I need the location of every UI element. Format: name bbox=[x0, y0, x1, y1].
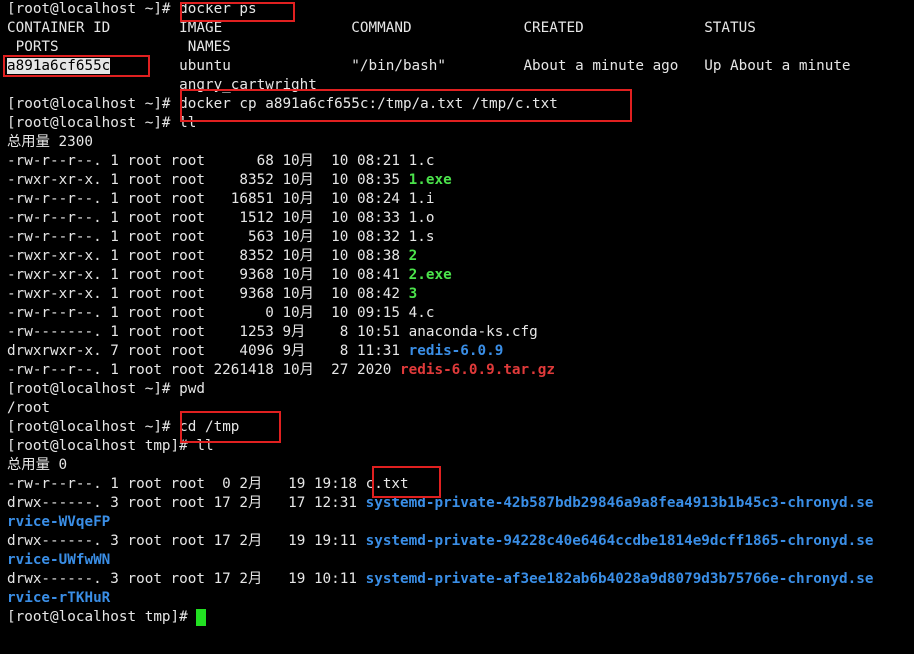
docker-ps-row-rest: ubuntu "/bin/bash" About a minute ago Up… bbox=[110, 58, 851, 74]
prompt: [root@localhost tmp]# bbox=[7, 438, 197, 454]
listing-total: 总用量 2300 bbox=[7, 134, 93, 150]
terminal-line: [root@localhost ~]# docker cp a891a6cf65… bbox=[7, 95, 914, 114]
file-meta: -rw-r--r--. 1 root root 1512 10月 10 08:3… bbox=[7, 210, 409, 226]
command-cd: cd /tmp bbox=[179, 419, 240, 435]
prompt: [root@localhost ~]# bbox=[7, 96, 180, 112]
dir-meta: drwx------. 3 root root 17 2月 19 10:11 bbox=[7, 571, 366, 587]
file-name-c-txt: c.txt bbox=[365, 476, 409, 492]
file-row: -rwxr-xr-x. 1 root root 8352 10月 10 08:3… bbox=[7, 247, 914, 266]
dir-row: drwx------. 3 root root 17 2月 19 10:11 s… bbox=[7, 570, 914, 589]
file-meta: -rw-r--r--. 1 root root 0 10月 10 09:15 bbox=[7, 305, 409, 321]
prompt: [root@localhost tmp]# bbox=[7, 609, 197, 625]
terminal-line: [root@localhost ~]# pwd bbox=[7, 380, 914, 399]
file-row: -rw-r--r--. 1 root root 16851 10月 10 08:… bbox=[7, 190, 914, 209]
dir-name-cont: rvice-UWfwWN bbox=[7, 552, 111, 568]
terminal-line: [root@localhost ~]# cd /tmp bbox=[7, 418, 914, 437]
prompt: [root@localhost ~]# bbox=[7, 419, 180, 435]
tmp-dir-list: drwx------. 3 root root 17 2月 17 12:31 s… bbox=[7, 494, 914, 608]
file-meta: -rw-r--r--. 1 root root 16851 10月 10 08:… bbox=[7, 191, 409, 207]
file-row: -rw-------. 1 root root 1253 9月 8 10:51 … bbox=[7, 323, 914, 342]
file-row: -rw-r--r--. 1 root root 2261418 10月 27 2… bbox=[7, 361, 914, 380]
file-name: 1.o bbox=[408, 210, 435, 226]
file-row: -rw-r--r--. 1 root root 1512 10月 10 08:3… bbox=[7, 209, 914, 228]
dir-name: systemd-private-af3ee182ab6b4028a9d8079d… bbox=[365, 571, 874, 587]
docker-ps-row: a891a6cf655c ubuntu "/bin/bash" About a … bbox=[7, 57, 914, 76]
file-meta: -rwxr-xr-x. 1 root root 8352 10月 10 08:3… bbox=[7, 172, 409, 188]
command-docker-ps: docker ps bbox=[179, 1, 257, 17]
file-name: redis-6.0.9.tar.gz bbox=[400, 362, 555, 378]
file-name: 2.exe bbox=[408, 267, 452, 283]
prompt: [root@localhost ~]# bbox=[7, 1, 180, 17]
file-meta: -rwxr-xr-x. 1 root root 9368 10月 10 08:4… bbox=[7, 286, 409, 302]
docker-ps-header-cont: PORTS NAMES bbox=[7, 39, 231, 55]
file-name: 4.c bbox=[408, 305, 435, 321]
file-row: -rw-r--r--. 1 root root 0 10月 10 09:15 4… bbox=[7, 304, 914, 323]
dir-name-cont: rvice-WVqeFP bbox=[7, 514, 111, 530]
command-ll: ll bbox=[179, 115, 197, 131]
prompt: [root@localhost ~]# bbox=[7, 381, 180, 397]
terminal-line-current[interactable]: [root@localhost tmp]# bbox=[7, 608, 914, 627]
file-meta: -rwxr-xr-x. 1 root root 9368 10月 10 08:4… bbox=[7, 267, 409, 283]
file-row: -rwxr-xr-x. 1 root root 8352 10月 10 08:3… bbox=[7, 171, 914, 190]
file-meta: -rwxr-xr-x. 1 root root 8352 10月 10 08:3… bbox=[7, 248, 409, 264]
terminal-line: [root@localhost tmp]# ll bbox=[7, 437, 914, 456]
file-row: -rwxr-xr-x. 1 root root 9368 10月 10 08:4… bbox=[7, 266, 914, 285]
dir-name: systemd-private-42b587bdb29846a9a8fea491… bbox=[365, 495, 874, 511]
dir-meta: drwx------. 3 root root 17 2月 19 19:11 bbox=[7, 533, 366, 549]
file-name: anaconda-ks.cfg bbox=[408, 324, 538, 340]
file-name: 3 bbox=[408, 286, 418, 302]
dir-row: drwx------. 3 root root 17 2月 17 12:31 s… bbox=[7, 494, 914, 513]
docker-ps-row-name: angry_cartwright bbox=[7, 77, 317, 93]
file-meta: drwxrwxr-x. 7 root root 4096 9月 8 11:31 bbox=[7, 343, 409, 359]
terminal-line: [root@localhost ~]# docker ps bbox=[7, 0, 914, 19]
file-meta: -rw-r--r--. 1 root root 563 10月 10 08:32 bbox=[7, 229, 409, 245]
command-ll: ll bbox=[196, 438, 214, 454]
file-name: 1.i bbox=[408, 191, 435, 207]
file-meta: -rw-r--r--. 1 root root 2261418 10月 27 2… bbox=[7, 362, 401, 378]
terminal-window[interactable]: [root@localhost ~]# docker ps CONTAINER … bbox=[0, 0, 914, 654]
dir-row-wrap: rvice-UWfwWN bbox=[7, 551, 914, 570]
prompt: [root@localhost ~]# bbox=[7, 115, 180, 131]
file-row-c-txt: -rw-r--r--. 1 root root 0 2月 19 19:18 c.… bbox=[7, 475, 914, 494]
dir-row: drwx------. 3 root root 17 2月 19 19:11 s… bbox=[7, 532, 914, 551]
file-meta: -rw-r--r--. 1 root root 0 2月 19 19:18 bbox=[7, 476, 366, 492]
file-row: -rw-r--r--. 1 root root 68 10月 10 08:21 … bbox=[7, 152, 914, 171]
dir-name: systemd-private-94228c40e6464ccdbe1814e9… bbox=[365, 533, 874, 549]
file-row: drwxrwxr-x. 7 root root 4096 9月 8 11:31 … bbox=[7, 342, 914, 361]
file-name: 1.exe bbox=[408, 172, 452, 188]
file-row: -rw-r--r--. 1 root root 563 10月 10 08:32… bbox=[7, 228, 914, 247]
file-name: 2 bbox=[408, 248, 418, 264]
file-meta: -rw-------. 1 root root 1253 9月 8 10:51 bbox=[7, 324, 409, 340]
file-meta: -rw-r--r--. 1 root root 68 10月 10 08:21 bbox=[7, 153, 409, 169]
cursor-block bbox=[196, 608, 207, 626]
dir-row-wrap: rvice-rTKHuR bbox=[7, 589, 914, 608]
file-name: 1.c bbox=[408, 153, 435, 169]
terminal-line: [root@localhost ~]# ll bbox=[7, 114, 914, 133]
docker-ps-header: CONTAINER ID IMAGE COMMAND CREATED STATU… bbox=[7, 20, 756, 36]
dir-name-cont: rvice-rTKHuR bbox=[7, 590, 111, 606]
dir-meta: drwx------. 3 root root 17 2月 17 12:31 bbox=[7, 495, 366, 511]
file-name: redis-6.0.9 bbox=[408, 343, 504, 359]
container-id: a891a6cf655c bbox=[7, 58, 111, 74]
file-name: 1.s bbox=[408, 229, 435, 245]
file-row: -rwxr-xr-x. 1 root root 9368 10月 10 08:4… bbox=[7, 285, 914, 304]
command-pwd: pwd bbox=[179, 381, 205, 397]
listing-total: 总用量 0 bbox=[7, 457, 68, 473]
dir-row-wrap: rvice-WVqeFP bbox=[7, 513, 914, 532]
command-docker-cp: docker cp a891a6cf655c:/tmp/a.txt /tmp/c… bbox=[179, 96, 558, 112]
pwd-output: /root bbox=[7, 400, 51, 416]
home-file-list: -rw-r--r--. 1 root root 68 10月 10 08:21 … bbox=[7, 152, 914, 380]
